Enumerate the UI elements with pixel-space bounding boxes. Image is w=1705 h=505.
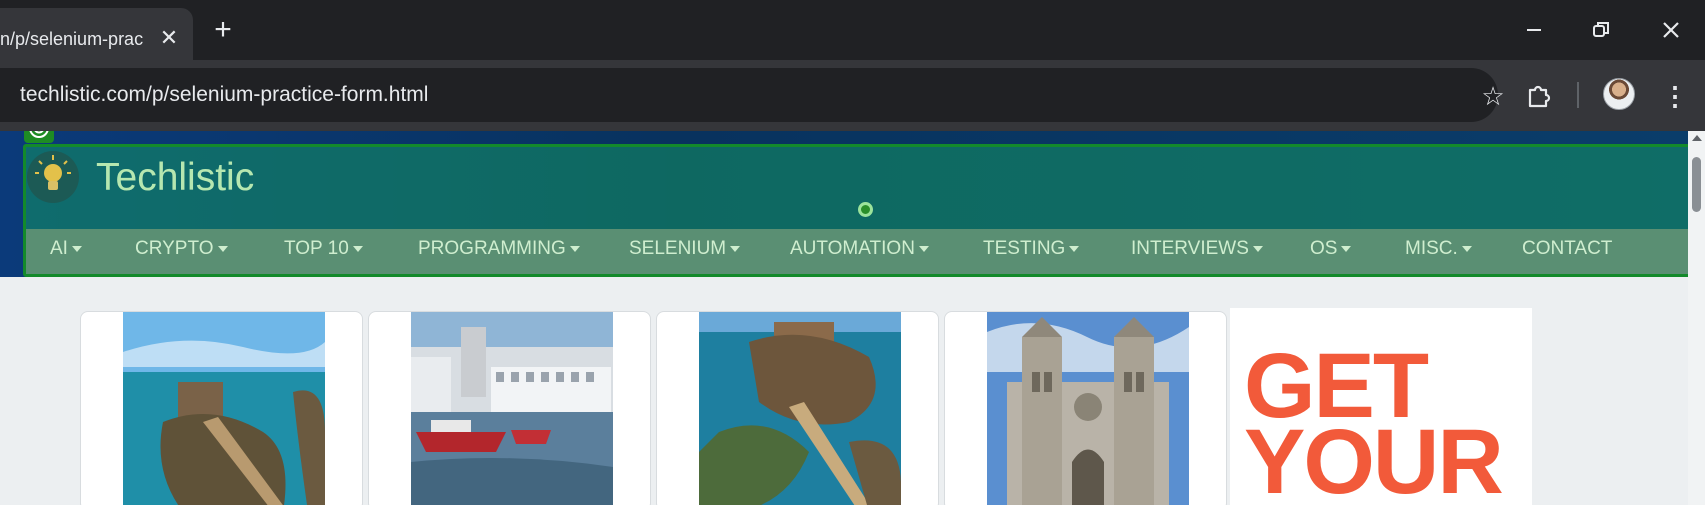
browser-tab[interactable]: n/p/selenium-prac ✕ <box>0 8 193 60</box>
nav-item-top-10[interactable]: TOP 10 <box>284 236 363 262</box>
caret-down-icon <box>918 245 929 252</box>
scroll-up-icon[interactable] <box>1692 135 1702 141</box>
nav-item-testing[interactable]: TESTING <box>983 236 1080 262</box>
browser-toolbar: techlistic.com/p/selenium-practice-form.… <box>0 60 1705 131</box>
nav-item-crypto[interactable]: CRYPTO <box>135 236 228 262</box>
nav-item-automation[interactable]: AUTOMATION <box>790 236 929 262</box>
page-scrollbar[interactable] <box>1688 131 1705 505</box>
caret-down-icon <box>730 245 741 252</box>
main-navigation: AI CRYPTO TOP 10 PROGRAMMING SELENIUM AU… <box>50 226 1690 274</box>
scroll-thumb[interactable] <box>1692 157 1701 212</box>
extensions-icon[interactable] <box>1522 80 1554 112</box>
address-bar[interactable]: techlistic.com/p/selenium-practice-form.… <box>0 68 1498 122</box>
tab-title: n/p/selenium-prac <box>0 29 144 49</box>
nav-item-selenium[interactable]: SELENIUM <box>629 236 741 262</box>
nav-item-os[interactable]: OS <box>1310 236 1352 262</box>
nav-item-ai[interactable]: AI <box>50 236 82 262</box>
web-page: Techlistic AI CRYPTO TOP 10 PROGRAMMING … <box>0 131 1705 505</box>
caret-down-icon <box>1461 245 1472 252</box>
caret-down-icon <box>569 245 580 252</box>
highlight-center-marker <box>858 202 873 217</box>
gallery-card[interactable] <box>368 311 651 505</box>
gallery-card[interactable] <box>80 311 363 505</box>
minimize-icon[interactable] <box>1518 14 1550 46</box>
advertisement-banner[interactable]: GET YOUR <box>1230 308 1532 505</box>
lightbulb-logo-icon[interactable] <box>27 151 79 203</box>
nav-item-misc[interactable]: MISC. <box>1405 236 1472 262</box>
sea-fort-bridge-photo[interactable] <box>123 312 325 505</box>
close-icon[interactable]: ✕ <box>158 25 180 51</box>
gallery-card[interactable] <box>656 311 939 505</box>
cathedral-photo[interactable] <box>987 312 1189 505</box>
nav-item-interviews[interactable]: INTERVIEWS <box>1131 236 1263 262</box>
island-fort-photo[interactable] <box>699 312 901 505</box>
profile-avatar[interactable] <box>1603 78 1635 110</box>
caret-down-icon <box>352 245 363 252</box>
caret-down-icon <box>71 245 82 252</box>
bookmark-star-icon[interactable]: ☆ <box>1478 81 1508 111</box>
caret-down-icon <box>1252 245 1263 252</box>
caret-down-icon <box>217 245 228 252</box>
url-text[interactable]: techlistic.com/p/selenium-practice-form.… <box>20 82 428 108</box>
site-brand-title[interactable]: Techlistic <box>96 156 254 200</box>
new-tab-icon[interactable]: + <box>210 15 236 45</box>
nav-item-contact[interactable]: CONTACT <box>1522 236 1612 262</box>
window-close-icon[interactable] <box>1655 14 1687 46</box>
harbor-town-photo[interactable] <box>411 312 613 505</box>
restore-icon[interactable] <box>1585 14 1617 46</box>
nav-item-programming[interactable]: PROGRAMMING <box>418 236 580 262</box>
toolbar-divider <box>1577 82 1579 108</box>
caret-down-icon <box>1341 245 1352 252</box>
gallery-card[interactable] <box>944 311 1227 505</box>
caret-down-icon <box>1069 245 1080 252</box>
browser-titlebar: n/p/selenium-prac ✕ + <box>0 0 1705 60</box>
more-menu-icon[interactable]: ⋮ <box>1662 80 1688 112</box>
target-icon <box>24 131 54 143</box>
ad-text-line-2: YOUR <box>1244 411 1504 505</box>
